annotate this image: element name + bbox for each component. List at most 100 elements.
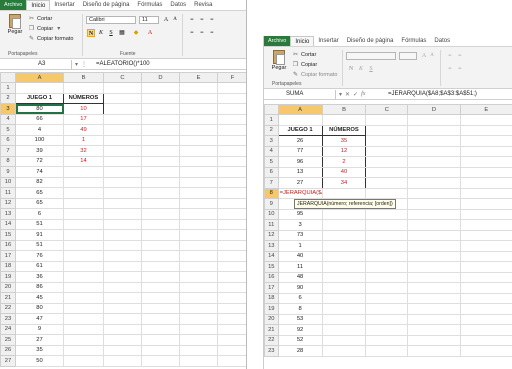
row-header[interactable]: 16	[264, 271, 279, 283]
row-header[interactable]: 10	[0, 176, 16, 188]
cell-f[interactable]	[217, 281, 246, 293]
cell-a[interactable]: 96	[277, 156, 323, 168]
cell-e[interactable]	[179, 292, 218, 304]
cell-c[interactable]	[365, 187, 409, 199]
font-name-select[interactable]: Calibri	[86, 16, 136, 24]
cell-b[interactable]: 12	[321, 145, 367, 157]
cell-e[interactable]	[179, 323, 218, 335]
border-icon[interactable]: ▦	[118, 29, 126, 37]
cell-f[interactable]	[217, 218, 246, 230]
cell-c[interactable]	[103, 239, 142, 251]
cell-e[interactable]	[179, 239, 218, 251]
row-header[interactable]: 17	[0, 250, 16, 262]
cell-d[interactable]	[141, 313, 180, 325]
row-header[interactable]: 15	[0, 229, 16, 241]
cell-b[interactable]	[321, 324, 367, 336]
cell-c[interactable]	[365, 250, 409, 262]
cell-e[interactable]	[459, 303, 512, 315]
tab-diseno-pagina[interactable]: Diseño de página	[343, 36, 398, 46]
cell-e[interactable]	[459, 240, 512, 252]
cell-e[interactable]	[179, 208, 218, 220]
cell-e[interactable]	[179, 113, 218, 125]
cell-d[interactable]	[141, 197, 180, 209]
row-header[interactable]: 19	[0, 271, 16, 283]
align-bottom-icon[interactable]: ≡	[208, 16, 216, 24]
cell-a[interactable]: 39	[15, 145, 64, 157]
cell-b[interactable]: 49	[63, 124, 104, 136]
grow-font-icon[interactable]: A	[162, 16, 170, 24]
row-header[interactable]: 14	[264, 250, 279, 262]
row-header[interactable]: 22	[264, 334, 279, 346]
grow-font-icon[interactable]: A	[420, 52, 428, 60]
cell-c[interactable]	[365, 177, 409, 189]
cell-e[interactable]	[459, 345, 512, 357]
cell-c[interactable]	[365, 303, 409, 315]
row-header[interactable]: 14	[0, 218, 16, 230]
cell-a[interactable]: 47	[15, 313, 64, 325]
cell-d[interactable]	[141, 250, 180, 262]
cell-d[interactable]	[407, 334, 461, 346]
cell-e[interactable]	[179, 124, 218, 136]
cell-d[interactable]	[407, 324, 461, 336]
cut-button[interactable]: ✂ Cortar	[28, 15, 52, 23]
cell-f[interactable]	[217, 103, 246, 115]
cell-a[interactable]: 65	[15, 187, 64, 199]
cell-a[interactable]: 6	[277, 292, 323, 304]
cell-d[interactable]	[141, 113, 180, 125]
font-size-select[interactable]	[399, 52, 417, 60]
cell-a[interactable]: 65	[15, 197, 64, 209]
cell-f[interactable]	[217, 323, 246, 335]
cell-a[interactable]: 61	[15, 260, 64, 272]
cell-e[interactable]	[459, 114, 512, 126]
tab-formulas[interactable]: Fórmulas	[133, 0, 166, 10]
underline-icon[interactable]: S	[367, 65, 375, 73]
row-header[interactable]: 23	[264, 345, 279, 357]
cell-d[interactable]	[407, 313, 461, 325]
tab-formulas[interactable]: Fórmulas	[397, 36, 430, 46]
cell-a[interactable]: 77	[277, 145, 323, 157]
cell-d[interactable]	[407, 156, 461, 168]
name-box[interactable]: A3	[0, 59, 72, 69]
row-header[interactable]: 23	[0, 313, 16, 325]
cell-b[interactable]	[63, 292, 104, 304]
row-header[interactable]: 10	[264, 208, 279, 220]
cell-e[interactable]	[459, 313, 512, 325]
cell-b[interactable]	[321, 334, 367, 346]
cell-a[interactable]: 51	[15, 239, 64, 251]
cell-a[interactable]: 66	[15, 113, 64, 125]
cell-e[interactable]	[179, 155, 218, 167]
cell-e[interactable]	[459, 292, 512, 304]
cell-b[interactable]	[321, 219, 367, 231]
format-painter-button[interactable]: ✎ Copiar formato	[292, 71, 337, 79]
cell-a[interactable]: 51	[15, 218, 64, 230]
fill-color-icon[interactable]: ◆	[132, 29, 140, 37]
cell-b[interactable]	[63, 208, 104, 220]
cell-f[interactable]	[217, 113, 246, 125]
cell-a[interactable]: 91	[15, 229, 64, 241]
cell-c[interactable]	[103, 166, 142, 178]
cell-e[interactable]	[179, 313, 218, 325]
cell-c[interactable]	[103, 145, 142, 157]
cell-d[interactable]	[407, 135, 461, 147]
cell-a[interactable]: 50	[15, 355, 64, 367]
cell-f[interactable]	[217, 344, 246, 356]
row-header[interactable]: 9	[264, 198, 279, 210]
cell-c[interactable]	[103, 344, 142, 356]
cell-d[interactable]	[407, 229, 461, 241]
row-header[interactable]: 16	[0, 239, 16, 251]
copy-button[interactable]: ❐ Copiar ▾	[28, 25, 62, 33]
cell-d[interactable]	[407, 271, 461, 283]
tab-insertar[interactable]: Insertar	[314, 36, 342, 46]
cell-b[interactable]	[321, 208, 367, 220]
row-header[interactable]: 22	[0, 302, 16, 314]
cell-d[interactable]	[141, 176, 180, 188]
column-header-c[interactable]: C	[103, 72, 142, 83]
column-header-c[interactable]: C	[365, 104, 409, 115]
bold-icon[interactable]: N	[347, 65, 355, 73]
cell-a[interactable]: 40	[277, 250, 323, 262]
cell-b[interactable]	[63, 197, 104, 209]
cell-e[interactable]	[459, 156, 512, 168]
align-top-icon[interactable]: ≡	[188, 16, 196, 24]
cell-d[interactable]	[407, 114, 461, 126]
cell-d[interactable]	[407, 282, 461, 294]
